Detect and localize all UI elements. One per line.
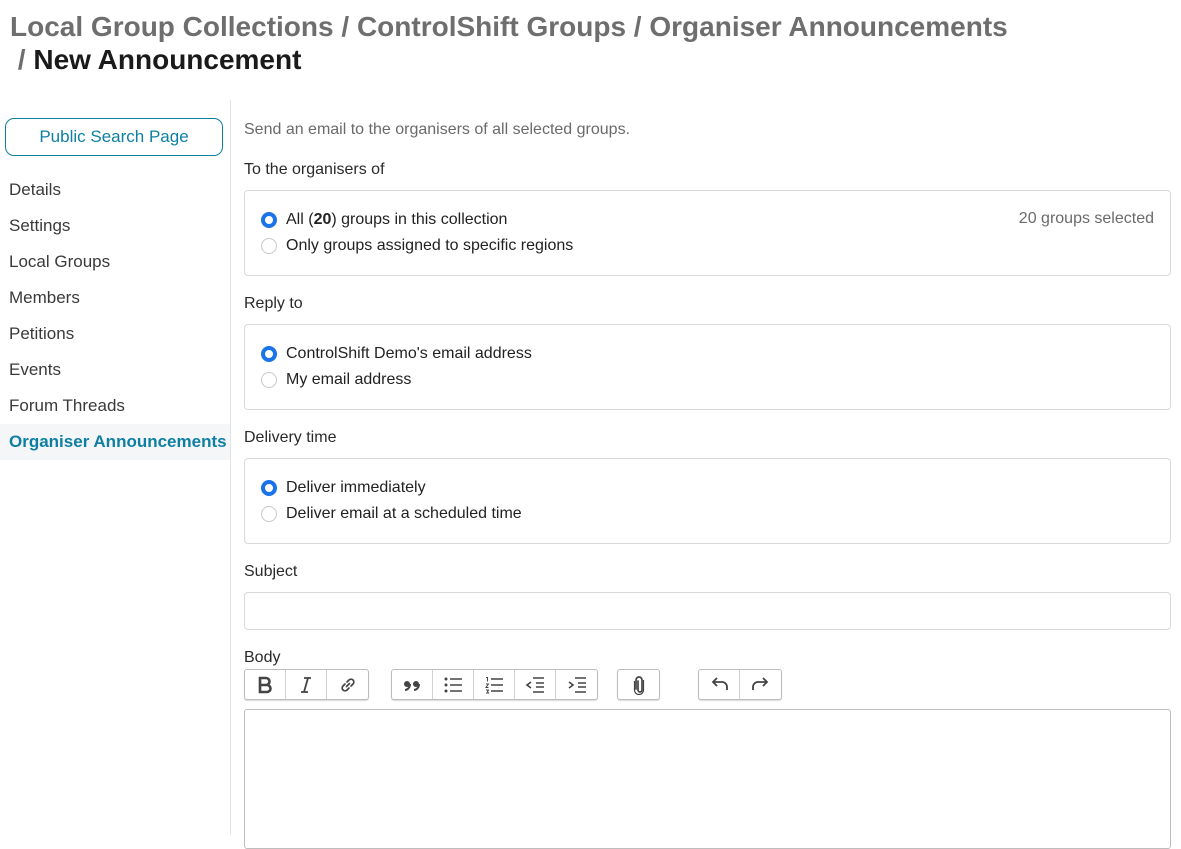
toolbar-text-group <box>244 669 369 700</box>
radio-selected[interactable] <box>261 346 277 362</box>
quote-button[interactable] <box>392 670 433 699</box>
group-count: 20 <box>313 211 332 228</box>
breadcrumb-separator: / <box>17 44 26 75</box>
toolbar-block-group <box>391 669 598 700</box>
public-search-page-button[interactable]: Public Search Page <box>5 118 223 156</box>
outdent-icon <box>525 676 544 693</box>
sidebar-item-local-groups[interactable]: Local Groups <box>0 244 230 280</box>
body-label: Body <box>244 649 281 666</box>
breadcrumb-collections[interactable]: Local Group Collections <box>10 11 334 42</box>
breadcrumb-announcements[interactable]: Organiser Announcements <box>649 11 1007 42</box>
option-regions-label: Only groups assigned to specific regions <box>286 237 574 254</box>
delivery-time-box: Deliver immediately Deliver email at a s… <box>244 458 1171 544</box>
option-all-prefix: All ( <box>286 211 314 228</box>
sidebar-item-organiser-announcements[interactable]: Organiser Announcements <box>0 424 230 460</box>
radio-selected[interactable] <box>261 480 277 496</box>
attach-icon <box>633 675 644 695</box>
option-all-suffix: ) groups in this collection <box>331 211 508 228</box>
reply-to-org-label: ControlShift Demo's email address <box>286 345 532 362</box>
reply-to-option-org[interactable]: ControlShift Demo's email address <box>261 344 532 364</box>
form-intro: Send an email to the organisers of all s… <box>244 121 631 138</box>
recipients-label: To the organisers of <box>244 161 385 178</box>
groups-selected-count: 20 groups selected <box>1018 210 1154 227</box>
recipients-box: All (20) groups in this collection Only … <box>244 190 1171 276</box>
numbered-list-button[interactable] <box>474 670 515 699</box>
recipients-option-regions[interactable]: Only groups assigned to specific regions <box>261 236 573 256</box>
delivery-option-scheduled[interactable]: Deliver email at a scheduled time <box>261 504 522 524</box>
delivery-option-now[interactable]: Deliver immediately <box>261 478 426 498</box>
sidebar-item-petitions[interactable]: Petitions <box>0 316 230 352</box>
delivery-time-label: Delivery time <box>244 429 337 446</box>
sidebar-item-details[interactable]: Details <box>0 172 230 208</box>
breadcrumb: Local Group Collections / ControlShift G… <box>10 10 1150 76</box>
italic-icon <box>301 676 311 693</box>
undo-icon <box>711 676 728 690</box>
redo-icon <box>751 676 768 690</box>
outdent-button[interactable] <box>515 670 556 699</box>
subject-label: Subject <box>244 563 298 580</box>
breadcrumb-separator: / <box>633 11 642 42</box>
sidebar-item-settings[interactable]: Settings <box>0 208 230 244</box>
reply-to-label: Reply to <box>244 295 303 312</box>
bullet-list-icon <box>444 677 462 692</box>
sidebar-item-forum-threads[interactable]: Forum Threads <box>0 388 230 424</box>
sidebar-item-events[interactable]: Events <box>0 352 230 388</box>
radio-unselected[interactable] <box>261 372 277 388</box>
numbered-list-icon <box>485 676 503 693</box>
breadcrumb-group[interactable]: ControlShift Groups <box>357 11 626 42</box>
attach-file-button[interactable] <box>618 670 659 699</box>
recipients-option-all[interactable]: All (20) groups in this collection <box>261 210 507 230</box>
delivery-now-label: Deliver immediately <box>286 479 426 496</box>
page-title: New Announcement <box>33 44 302 75</box>
delivery-scheduled-label: Deliver email at a scheduled time <box>286 505 522 522</box>
sidebar: Public Search Page Details Settings Loca… <box>0 100 231 835</box>
link-button[interactable] <box>327 670 368 699</box>
breadcrumb-separator: / <box>341 11 350 42</box>
toolbar-file-group <box>617 669 660 700</box>
radio-unselected[interactable] <box>261 238 277 254</box>
body-editor[interactable] <box>244 709 1171 849</box>
bullet-list-button[interactable] <box>433 670 474 699</box>
indent-icon <box>568 676 586 693</box>
link-icon <box>340 677 355 692</box>
bold-icon <box>258 676 272 693</box>
reply-to-box: ControlShift Demo's email address My ema… <box>244 324 1171 410</box>
radio-selected[interactable] <box>261 212 277 228</box>
reply-to-option-mine[interactable]: My email address <box>261 370 411 390</box>
italic-button[interactable] <box>286 670 327 699</box>
option-all-label: All (20) groups in this collection <box>286 210 507 230</box>
reply-to-mine-label: My email address <box>286 371 412 388</box>
quote-icon <box>404 680 420 691</box>
bold-button[interactable] <box>245 670 286 699</box>
sidebar-item-members[interactable]: Members <box>0 280 230 316</box>
redo-button[interactable] <box>740 670 781 699</box>
toolbar-history-group <box>698 669 782 700</box>
undo-button[interactable] <box>699 670 740 699</box>
radio-unselected[interactable] <box>261 506 277 522</box>
sidebar-nav: Details Settings Local Groups Members Pe… <box>0 172 230 460</box>
indent-button[interactable] <box>556 670 597 699</box>
subject-input[interactable] <box>244 592 1171 630</box>
